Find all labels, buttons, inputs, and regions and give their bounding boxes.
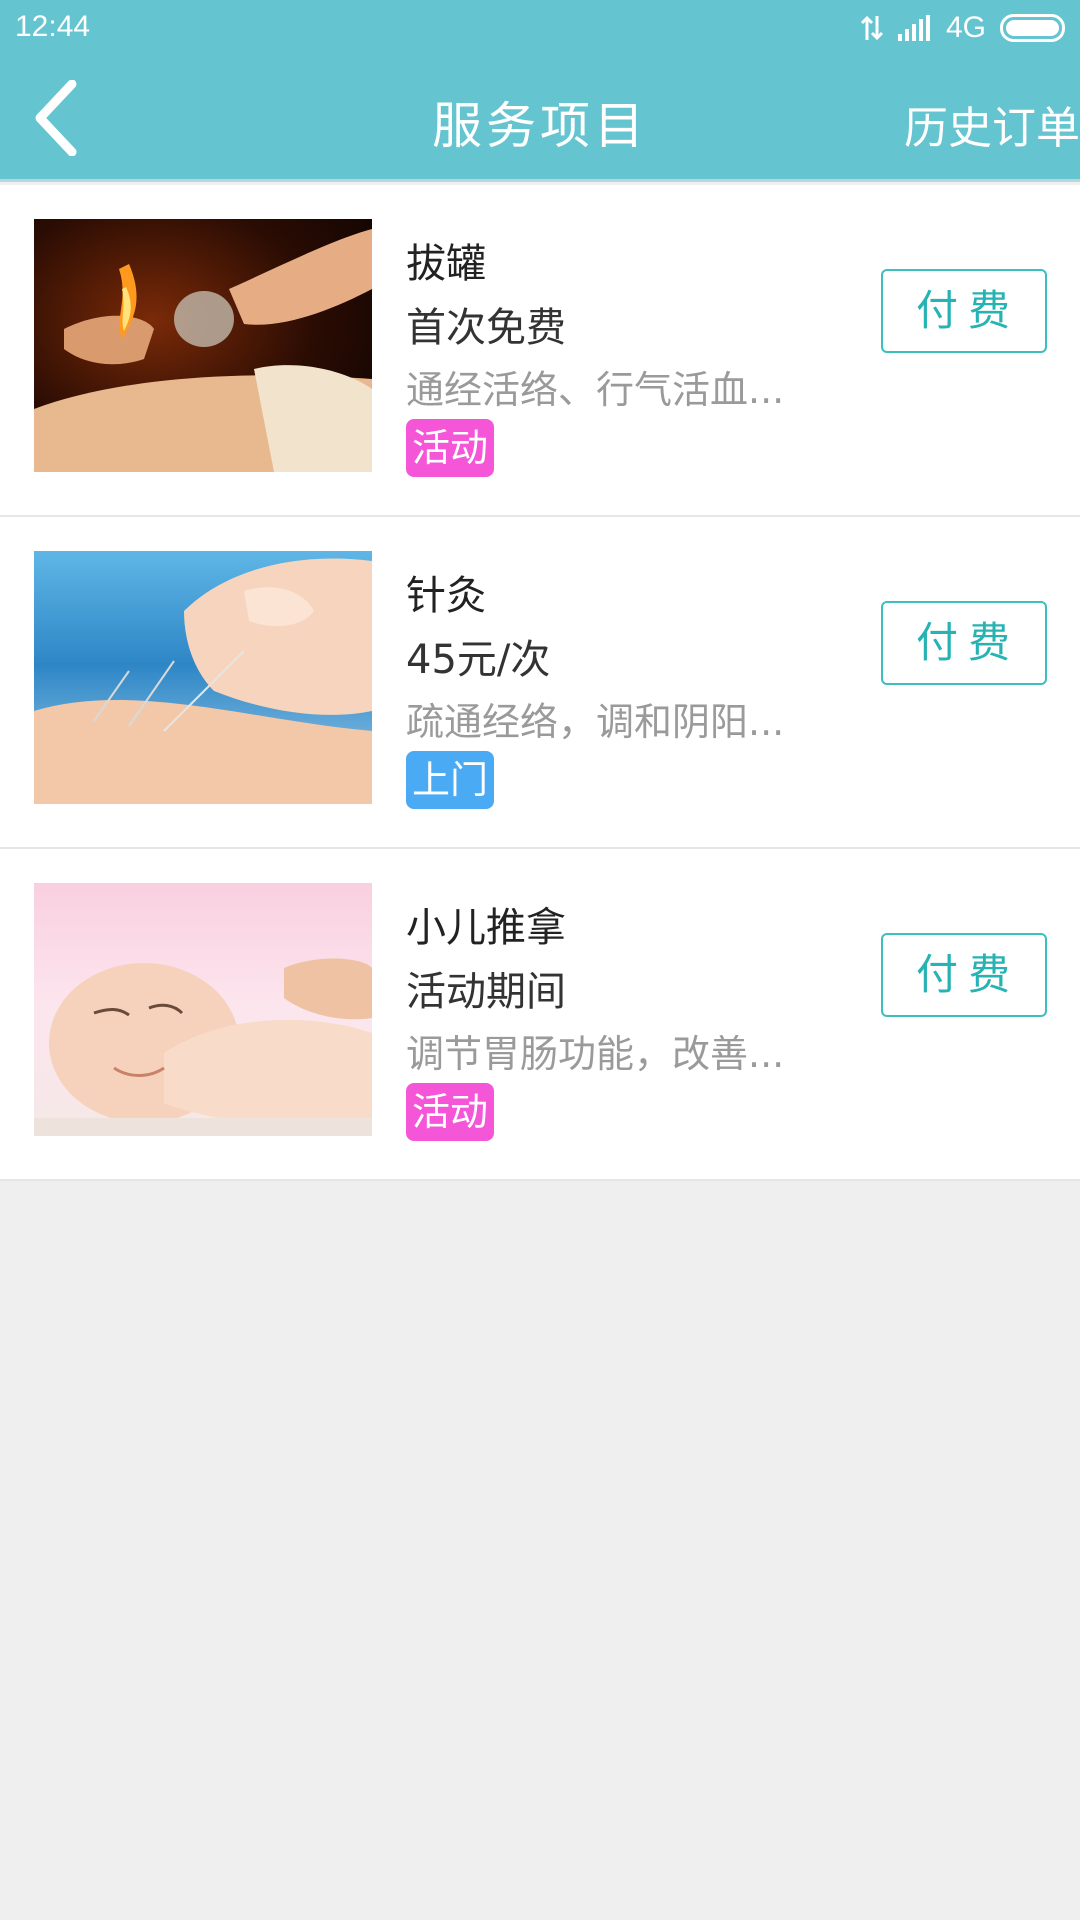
- status-time: 12:44: [15, 10, 91, 43]
- service-name: 拔罐: [406, 241, 486, 287]
- child-massage-image: [34, 883, 372, 1136]
- acupuncture-image: [34, 551, 372, 804]
- pay-button[interactable]: 付费: [881, 933, 1047, 1017]
- pay-button[interactable]: 付费: [881, 601, 1047, 685]
- history-orders-link[interactable]: 历史订单: [904, 92, 1080, 156]
- service-list: 拔罐 首次免费 通经活络、行气活血... 活动 付费 针灸 45元/次 疏通经络…: [0, 185, 1080, 1181]
- home-service-tag: 上门: [406, 751, 495, 809]
- status-bar: 12:44 4G: [0, 0, 1080, 56]
- header: 服务项目 历史订单: [0, 56, 1080, 182]
- service-description: 疏通经络，调和阴阳...: [406, 700, 785, 744]
- service-item[interactable]: 拔罐 首次免费 通经活络、行气活血... 活动 付费: [0, 185, 1080, 517]
- network-type: 4G: [945, 11, 986, 44]
- service-price: 首次免费: [406, 305, 566, 351]
- cupping-image: [34, 219, 372, 472]
- status-icons: 4G: [860, 10, 1066, 46]
- service-description: 调节胃肠功能，改善...: [406, 1032, 785, 1076]
- service-name: 小儿推拿: [406, 905, 566, 951]
- battery-icon: [1000, 14, 1065, 42]
- data-transfer-icon: [860, 15, 884, 41]
- service-price: 活动期间: [406, 969, 566, 1015]
- activity-tag: 活动: [406, 1083, 495, 1141]
- signal-icon: [897, 15, 930, 41]
- pay-button[interactable]: 付费: [881, 269, 1047, 353]
- service-name: 针灸: [406, 573, 486, 619]
- service-description: 通经活络、行气活血...: [406, 368, 785, 412]
- activity-tag: 活动: [406, 419, 495, 477]
- service-item[interactable]: 小儿推拿 活动期间 调节胃肠功能，改善... 活动 付费: [0, 849, 1080, 1181]
- service-price: 45元/次: [406, 637, 551, 683]
- service-item[interactable]: 针灸 45元/次 疏通经络，调和阴阳... 上门 付费: [0, 517, 1080, 849]
